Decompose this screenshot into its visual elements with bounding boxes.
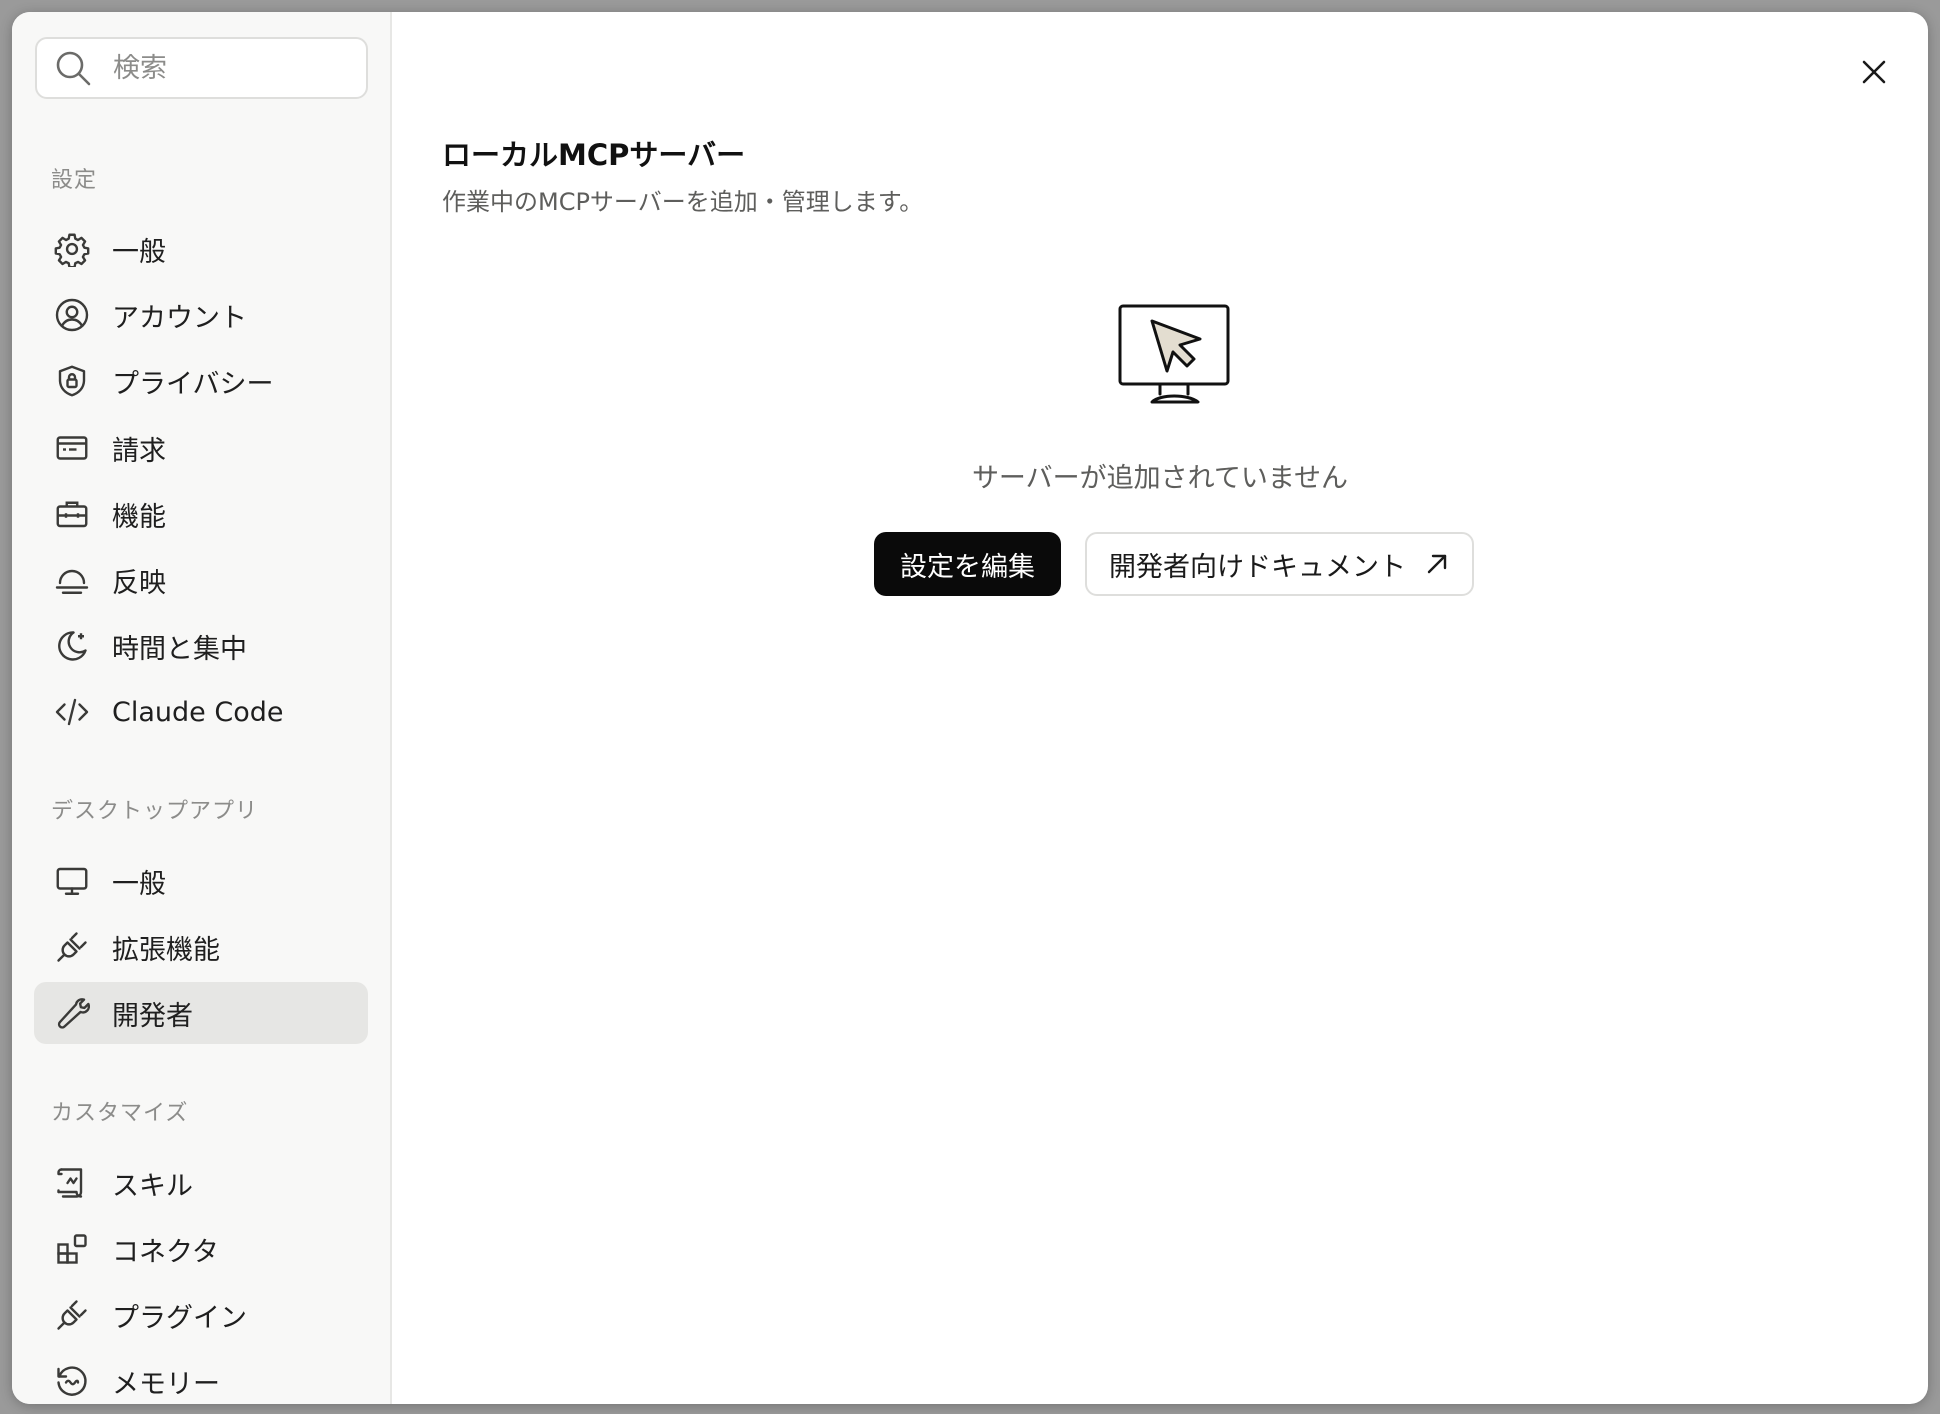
search-input[interactable] — [113, 52, 333, 84]
edit-config-button[interactable]: 設定を編集 — [874, 532, 1061, 596]
developer-docs-button[interactable]: 開発者向けドキュメント — [1085, 532, 1474, 596]
page-title: ローカルMCPサーバー — [442, 138, 746, 172]
sidebar-item-desktop-general[interactable]: 一般 — [34, 850, 368, 912]
sidebar-item-account[interactable]: アカウント — [34, 284, 368, 346]
blocks-icon — [54, 1231, 90, 1267]
sidebar-item-reflection[interactable]: 反映 — [34, 549, 368, 611]
history-icon — [54, 1363, 90, 1399]
sidebar-item-label: Claude Code — [112, 696, 284, 728]
sunset-icon — [54, 562, 90, 598]
sidebar-item-label: 一般 — [112, 868, 166, 900]
user-circle-icon — [54, 297, 90, 333]
main-content — [392, 12, 1928, 1404]
close-button[interactable] — [1854, 52, 1894, 92]
sidebar-item-claude-code[interactable]: Claude Code — [34, 681, 368, 743]
sidebar-item-privacy[interactable]: プライバシー — [34, 350, 368, 412]
sidebar-item-label: 一般 — [112, 236, 166, 268]
sidebar-item-developer[interactable]: 開発者 — [34, 982, 368, 1044]
settings-modal: 設定 一般 アカウント プライバシー 請求 — [12, 12, 1928, 1404]
sidebar-item-time-focus[interactable]: 時間と集中 — [34, 615, 368, 677]
sidebar-item-label: 反映 — [112, 567, 166, 599]
external-link-icon — [1424, 551, 1450, 577]
section-label-customize: カスタマイズ — [51, 1101, 189, 1126]
sidebar-item-label: コネクタ — [112, 1236, 219, 1268]
sidebar-item-general[interactable]: 一般 — [34, 218, 368, 280]
sidebar-item-label: スキル — [112, 1170, 193, 1202]
section-label-settings: 設定 — [51, 168, 98, 193]
monitor-icon — [54, 863, 90, 899]
shield-lock-icon — [54, 363, 90, 399]
sidebar-item-label: アカウント — [112, 302, 247, 334]
sidebar-item-skills[interactable]: スキル — [34, 1152, 368, 1214]
wrench-icon — [54, 995, 90, 1031]
sidebar-item-connectors[interactable]: コネクタ — [34, 1218, 368, 1280]
sidebar-item-label: 機能 — [112, 501, 166, 533]
sidebar-item-extensions[interactable]: 拡張機能 — [34, 916, 368, 978]
search-box[interactable] — [35, 37, 368, 99]
plug-icon — [54, 1297, 90, 1333]
sidebar-item-label: 時間と集中 — [112, 633, 247, 665]
search-icon — [53, 48, 93, 88]
scroll-icon — [54, 1165, 90, 1201]
developer-docs-label: 開発者向けドキュメント — [1109, 551, 1406, 583]
sidebar-item-label: 開発者 — [112, 1000, 193, 1032]
moon-sparkle-icon — [54, 628, 90, 664]
close-icon — [1854, 52, 1894, 92]
sidebar-item-plugins[interactable]: プラグイン — [34, 1284, 368, 1346]
sidebar-item-memory[interactable]: メモリー — [34, 1350, 368, 1404]
sidebar-item-label: 拡張機能 — [112, 934, 220, 966]
page-subtitle: 作業中のMCPサーバーを追加・管理します。 — [442, 188, 924, 216]
sidebar: 設定 一般 アカウント プライバシー 請求 — [12, 12, 392, 1404]
empty-state-text: サーバーが追加されていません — [971, 463, 1349, 494]
section-label-desktop-app: デスクトップアプリ — [51, 799, 259, 824]
plug-icon — [54, 929, 90, 965]
sidebar-item-label: プラグイン — [112, 1302, 247, 1334]
monitor-cursor-icon — [1102, 294, 1232, 414]
sidebar-item-label: メモリー — [112, 1368, 220, 1400]
gear-icon — [54, 231, 90, 267]
briefcase-icon — [54, 496, 90, 532]
sidebar-item-label: プライバシー — [112, 368, 274, 400]
code-icon — [54, 694, 90, 730]
